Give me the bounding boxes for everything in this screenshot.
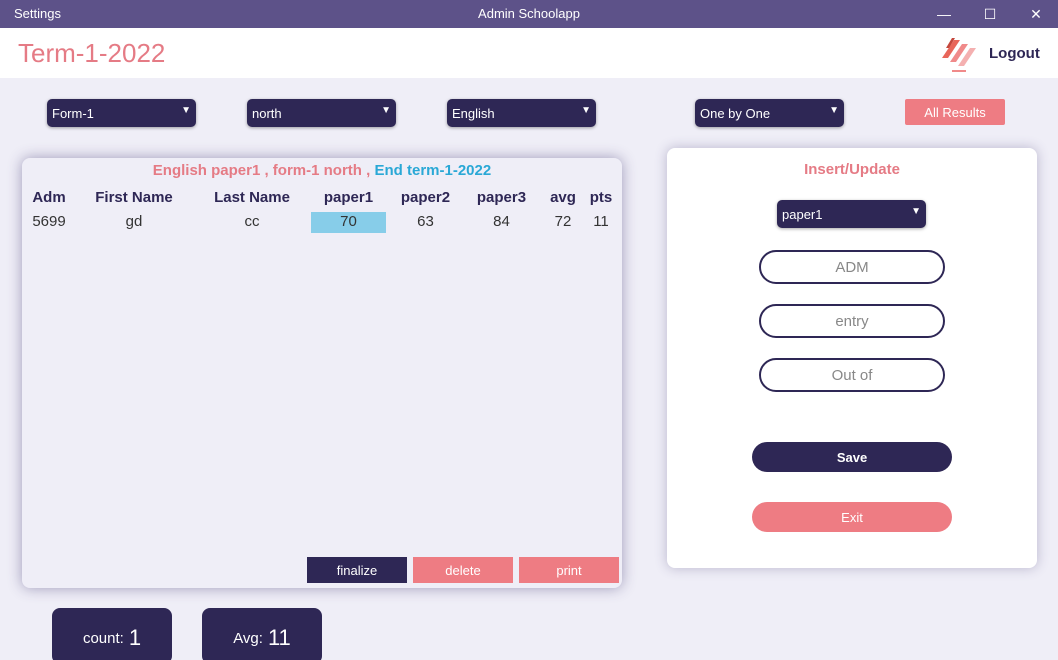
column-header-paper3: paper3 — [476, 189, 527, 206]
chevron-down-icon: ▼ — [381, 105, 391, 116]
app-logo-icon — [942, 38, 976, 72]
entry-input[interactable] — [759, 304, 945, 338]
column-header-paper2: paper2 — [400, 189, 451, 206]
avg-stat: Avg: 11 — [202, 608, 322, 660]
chevron-down-icon: ▼ — [181, 105, 191, 116]
avg-label: Avg: — [233, 629, 263, 647]
out-of-input[interactable] — [759, 358, 945, 392]
chevron-down-icon: ▼ — [911, 206, 921, 217]
cell-paper3[interactable]: 84 — [464, 212, 539, 233]
cell-pts: 11 — [593, 213, 609, 230]
cell-paper2[interactable]: 63 — [388, 212, 463, 233]
subject-select[interactable]: English ▼ — [447, 99, 596, 127]
chevron-down-icon: ▼ — [829, 105, 839, 116]
window-titlebar: Settings Admin Schoolapp — ☐ ✕ — [0, 0, 1058, 28]
entry-mode-select-value: One by One — [700, 106, 771, 121]
save-button[interactable]: Save — [752, 442, 952, 472]
results-caption: English paper1 , form-1 north , End term… — [22, 162, 622, 179]
column-header-adm: Adm — [32, 189, 66, 206]
column-header-pts: pts — [589, 189, 613, 206]
column-header-last-name: Last Name — [214, 189, 290, 206]
minimize-icon[interactable]: — — [932, 2, 956, 26]
print-button[interactable]: print — [519, 557, 619, 583]
cell-last-name: cc — [244, 213, 260, 230]
insert-update-panel: Insert/Update paper1 ▼ Save Exit — [667, 148, 1037, 568]
chevron-down-icon: ▼ — [581, 105, 591, 116]
cell-avg: 72 — [554, 213, 572, 230]
app-header: Term-1-2022 Logout — [0, 28, 1058, 78]
window-title: Admin Schoolapp — [478, 6, 580, 21]
results-caption-term: End term-1-2022 — [374, 162, 492, 179]
logout-button[interactable]: Logout — [989, 45, 1040, 62]
adm-input[interactable] — [759, 250, 945, 284]
exit-button[interactable]: Exit — [752, 502, 952, 532]
stream-select-value: north — [252, 106, 282, 121]
count-stat: count: 1 — [52, 608, 172, 660]
form-select-value: Form-1 — [52, 106, 94, 121]
count-value: 1 — [128, 625, 142, 650]
column-header-paper1: paper1 — [323, 189, 374, 206]
count-label: count: — [82, 629, 124, 647]
column-header-first-name: First Name — [95, 189, 173, 206]
cell-paper1-selected[interactable]: 70 — [311, 212, 386, 233]
finalize-button[interactable]: finalize — [307, 557, 407, 583]
subject-select-value: English — [452, 106, 495, 121]
column-header-avg: avg — [550, 189, 576, 206]
results-panel: English paper1 , form-1 north , End term… — [22, 158, 622, 588]
paper-select[interactable]: paper1 ▼ — [777, 200, 926, 228]
paper-select-value: paper1 — [782, 207, 823, 222]
results-caption-main: English paper1 , form-1 north , — [152, 162, 371, 179]
entry-mode-select[interactable]: One by One ▼ — [695, 99, 844, 127]
stream-select[interactable]: north ▼ — [247, 99, 396, 127]
all-results-button[interactable]: All Results — [905, 99, 1005, 125]
maximize-icon[interactable]: ☐ — [978, 2, 1002, 26]
insert-update-title: Insert/Update — [804, 161, 900, 178]
form-select[interactable]: Form-1 ▼ — [47, 99, 196, 127]
cell-first-name: gd — [125, 213, 143, 230]
cell-adm: 5699 — [32, 213, 66, 230]
avg-value: 11 — [267, 625, 291, 650]
close-icon[interactable]: ✕ — [1024, 2, 1048, 26]
page-title: Term-1-2022 — [18, 38, 166, 68]
delete-button[interactable]: delete — [413, 557, 513, 583]
